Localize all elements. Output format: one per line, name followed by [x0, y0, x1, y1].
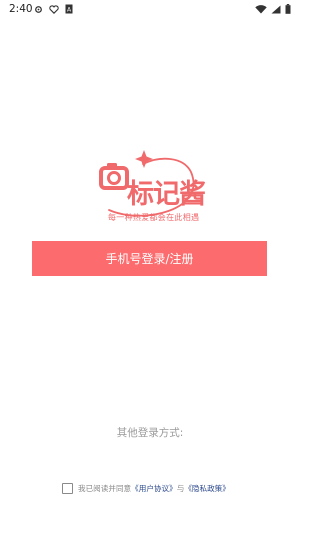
user-agreement-link[interactable]: 《用户协议》 [131, 483, 177, 494]
phone-login-register-button[interactable]: 手机号登录/注册 [32, 241, 267, 276]
app-notification-icon: A [65, 4, 73, 14]
settings-gear-icon [35, 5, 42, 13]
signal-icon [271, 5, 281, 13]
agreement-checkbox[interactable] [62, 482, 73, 494]
battery-icon [285, 4, 291, 14]
app-logo-name: 标记酱 [127, 179, 206, 210]
privacy-policy-link[interactable]: 《隐私政策》 [184, 483, 230, 494]
status-time: 2:40 [9, 3, 33, 15]
agreement-prefix-text: 我已阅读并同意 [78, 483, 132, 493]
wifi-icon [255, 4, 267, 13]
agreement-row: 我已阅读并同意 《用户协议》 与 《隐私政策》 [62, 481, 230, 495]
camera-icon [99, 163, 129, 190]
sparkle-icon [135, 150, 153, 168]
app-logo-tagline: 每一种热爱都会在此相遇 [108, 213, 200, 222]
other-login-methods-label: 其他登录方式: [116, 427, 184, 439]
status-bar: 2:40 A [0, 0, 300, 22]
agreement-and-text: 与 [176, 483, 185, 493]
heart-outline-icon [49, 4, 59, 14]
